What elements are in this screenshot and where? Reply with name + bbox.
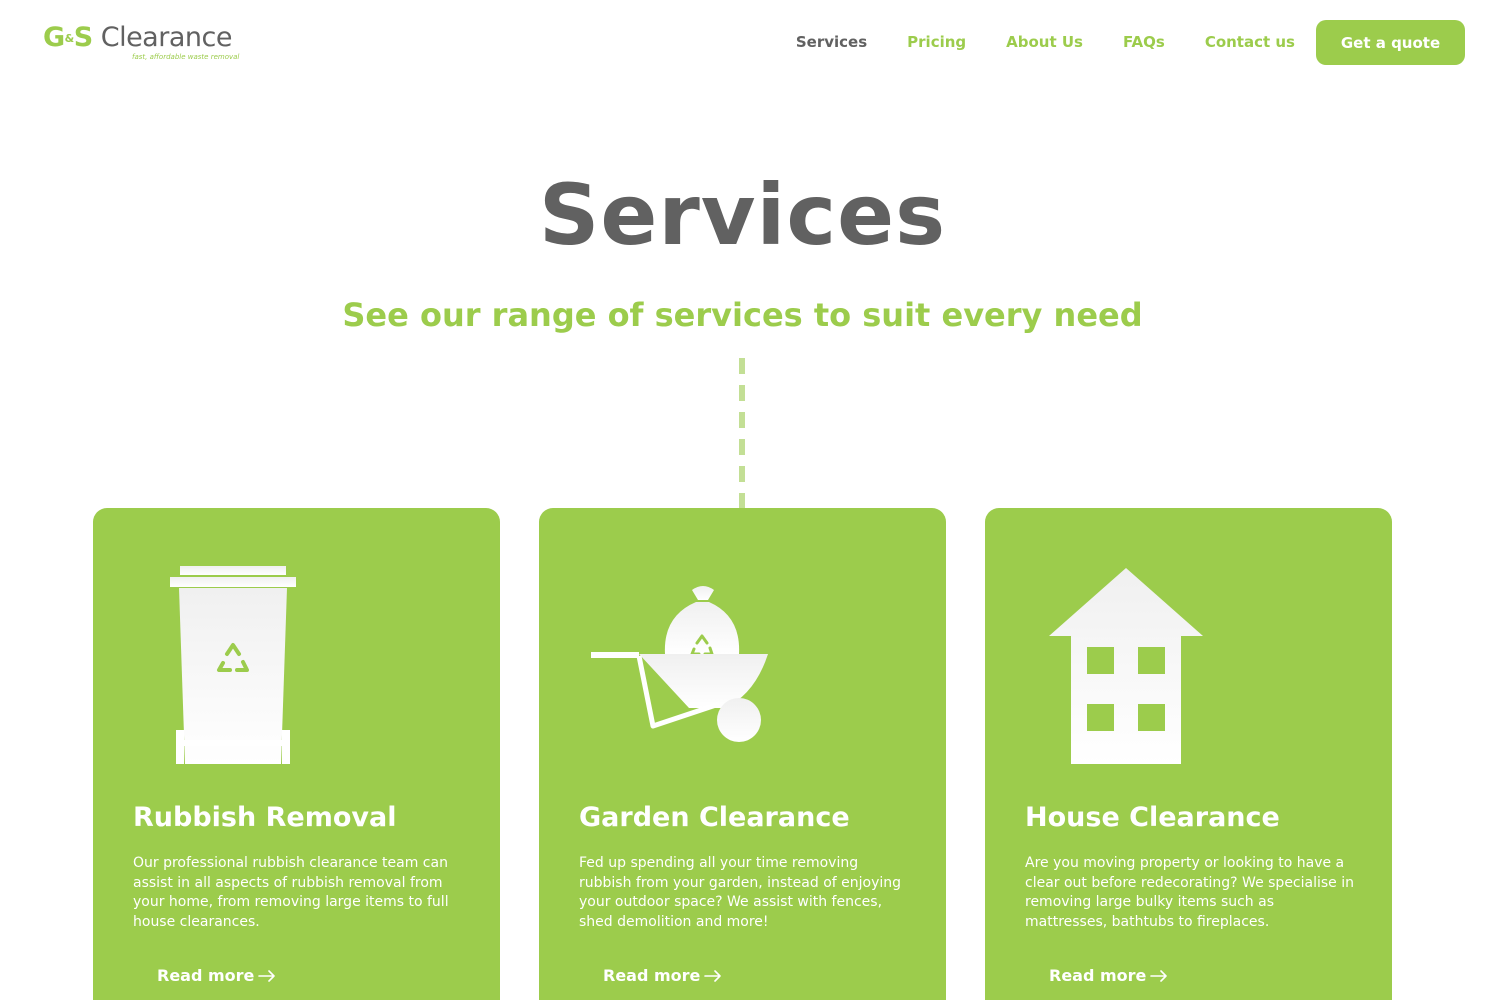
logo-letter-g: G [43,22,65,53]
arrow-right-icon [258,969,276,982]
logo[interactable]: G&S Clearance fast, affordable waste remo… [43,22,243,66]
service-card-garden-clearance: Garden Clearance Fed up spending all you… [539,508,946,1000]
logo-wordmark: G&S Clearance [43,22,232,53]
arrow-right-icon [704,969,722,982]
logo-ampersand: & [64,32,75,45]
nav-link-services[interactable]: Services [796,33,867,51]
card-title: House Clearance [1025,802,1280,833]
house-icon [1049,568,1203,764]
card-title: Garden Clearance [579,802,850,833]
read-more-label: Read more [1049,966,1147,985]
service-card-rubbish-removal: Rubbish Removal Our professional rubbish… [93,508,500,1000]
nav-link-pricing[interactable]: Pricing [907,33,966,51]
dashed-divider [739,358,745,510]
read-more-label: Read more [157,966,255,985]
get-quote-button[interactable]: Get a quote [1316,20,1465,65]
card-description: Our professional rubbish clearance team … [133,855,449,930]
page-subtitle: See our range of services to suit every … [342,296,1143,334]
logo-letter-s: S [73,22,93,53]
card-title: Rubbish Removal [133,802,397,833]
read-more-label: Read more [603,966,701,985]
card-description: Fed up spending all your time removing r… [579,855,902,930]
nav-link-faqs[interactable]: FAQs [1123,33,1165,51]
nav-link-contact-us[interactable]: Contact us [1205,33,1295,51]
read-more-link[interactable]: Read more [1049,966,1168,985]
main-nav: Services Pricing About Us FAQs Contact u… [796,33,1295,51]
nav-link-about-us[interactable]: About Us [1006,33,1083,51]
read-more-link[interactable]: Read more [603,966,722,985]
wheelie-bin-icon [170,566,296,764]
logo-tagline: fast, affordable waste removal [132,53,240,61]
logo-word: Clearance [100,22,233,53]
service-card-house-clearance: House Clearance Are you moving property … [985,508,1392,1000]
arrow-right-icon [1150,969,1168,982]
page-title: Services [538,166,947,264]
card-description: Are you moving property or looking to ha… [1025,855,1354,930]
wheelbarrow-icon [591,586,768,742]
read-more-link[interactable]: Read more [157,966,276,985]
